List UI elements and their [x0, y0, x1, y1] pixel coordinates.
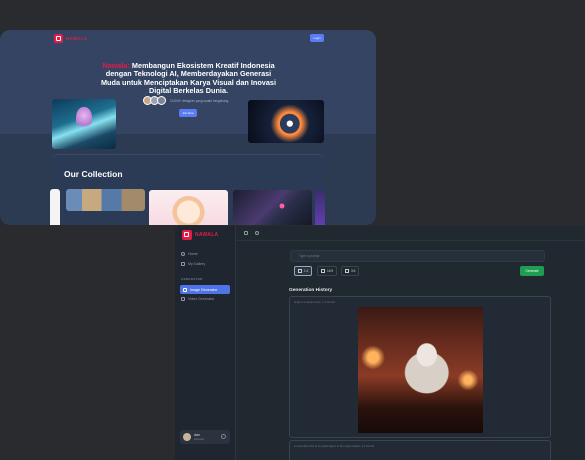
nawala-logo-icon: [182, 230, 192, 240]
sidebar-item-home[interactable]: Home: [181, 252, 198, 256]
landscape-ratio-icon: [321, 269, 325, 273]
hero-subtext: 10.000+ designer yang sudah bergabung: [170, 98, 229, 103]
login-button[interactable]: Login: [310, 34, 324, 42]
collection-image[interactable]: [66, 189, 145, 211]
sidebar-item-label: Image Generator: [190, 287, 218, 292]
gallery-icon: [181, 262, 185, 266]
collection-image[interactable]: [233, 190, 312, 225]
home-icon: [181, 252, 185, 256]
sidebar-section-generator: GENERATOR: [181, 277, 203, 281]
ratio-label: 16:9: [327, 269, 334, 273]
sidebar-item-label: My Gallery: [188, 262, 206, 266]
collection-image[interactable]: [50, 189, 60, 225]
image-generator-app: NAWALA Home My Gallery GENERATOR Image G…: [175, 226, 585, 460]
sidebar-logo[interactable]: NAWALA: [182, 230, 218, 240]
user-role: Designer: [194, 438, 205, 441]
sidebar: NAWALA Home My Gallery GENERATOR Image G…: [175, 226, 236, 460]
prompt-input[interactable]: Type a prompt: [290, 250, 545, 262]
nawala-logo-icon: [54, 34, 63, 43]
image-icon: [183, 287, 187, 292]
avatar-group: [143, 96, 166, 105]
ratio-label: 3:5: [351, 269, 356, 273]
user-name: dan: [194, 433, 200, 437]
ratio-option-16-9[interactable]: 16:9: [317, 266, 338, 276]
top-bar: [236, 226, 585, 241]
collection-title: Our Collection: [64, 169, 123, 179]
join-now-button[interactable]: Join Now: [179, 109, 197, 117]
square-ratio-icon: [298, 269, 302, 273]
generate-button[interactable]: Generate: [520, 266, 544, 276]
ratio-option-1-1[interactable]: 1:1: [294, 266, 313, 276]
hero-title: Nawala: Membangun Ekosistem Kreatif Indo…: [96, 61, 281, 96]
generation-history-title: Generation History: [289, 288, 333, 293]
history-entry-meta: a cinematic shot of a mystic figure in t…: [294, 444, 375, 448]
hero-image-left: [52, 99, 116, 149]
history-entry[interactable]: a cinematic shot of a mystic figure in t…: [289, 440, 551, 460]
sidebar-item-label: Home: [188, 252, 198, 256]
ratio-option-3-5[interactable]: 3:5: [341, 266, 360, 276]
settings-icon[interactable]: [221, 434, 226, 439]
sidebar-item-label: Video Generator: [188, 297, 215, 301]
portrait-ratio-icon: [345, 269, 349, 273]
history-entry-meta: ninja in a ramen shop, 1:1 format: [294, 300, 335, 304]
sidebar-logo-text: NAWALA: [195, 232, 219, 238]
avatar: [157, 96, 166, 105]
menu-icon[interactable]: [244, 231, 248, 235]
collection-image[interactable]: [149, 190, 228, 225]
sidebar-item-my-gallery[interactable]: My Gallery: [181, 262, 205, 266]
sidebar-item-image-generator[interactable]: Image Generator: [180, 285, 230, 294]
search-icon[interactable]: [255, 231, 259, 235]
hero-social-proof: 10.000+ designer yang sudah bergabung: [143, 96, 228, 105]
ratio-label: 1:1: [304, 269, 309, 273]
landing-page-preview: NAWALA Login Nawala: Membangun Ekosistem…: [0, 30, 376, 225]
collection-image[interactable]: [315, 190, 325, 225]
user-profile[interactable]: dan Designer: [180, 430, 230, 444]
hero-image-right: [248, 100, 324, 143]
history-entry[interactable]: ninja in a ramen shop, 1:1 format: [289, 296, 551, 438]
collection-carousel[interactable]: [50, 189, 325, 225]
collection-section: Our Collection: [50, 154, 325, 225]
landing-logo[interactable]: NAWALA: [54, 34, 87, 43]
avatar: [183, 433, 191, 441]
landing-logo-text: NAWALA: [66, 36, 88, 41]
sidebar-item-video-generator[interactable]: Video Generator: [181, 297, 214, 301]
generated-image[interactable]: [358, 307, 483, 433]
video-icon: [181, 297, 185, 301]
